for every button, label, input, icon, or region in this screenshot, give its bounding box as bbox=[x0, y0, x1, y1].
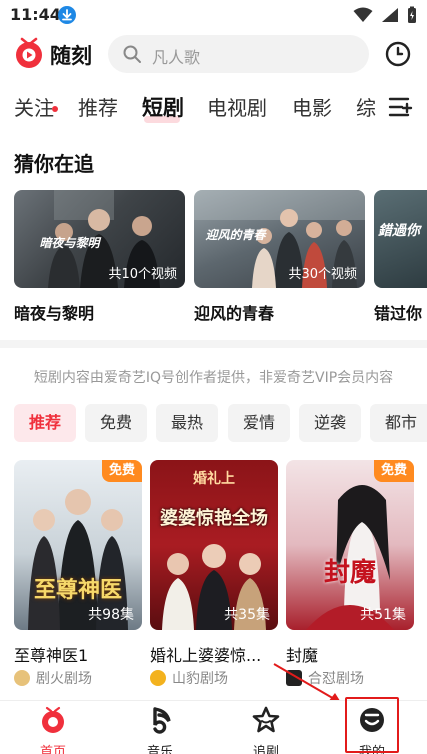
guess-card-2[interactable]: 迎风的青春 共30个视频 bbox=[194, 190, 365, 288]
search-bar[interactable]: 凡人歌 bbox=[108, 35, 369, 73]
app-logo-icon bbox=[16, 37, 42, 68]
music-icon bbox=[153, 707, 171, 734]
video-count-badge: 共30个视频 bbox=[288, 267, 357, 282]
filter-chip-romance[interactable]: 爱情 bbox=[228, 404, 290, 442]
status-bar: 11:44 bbox=[0, 0, 427, 30]
status-time: 11:44 bbox=[10, 5, 61, 24]
download-icon bbox=[58, 6, 76, 24]
star-icon bbox=[252, 706, 280, 733]
guess-card-title[interactable]: 迎风的青春 bbox=[194, 300, 274, 324]
episode-count: 共51集 bbox=[360, 607, 406, 623]
new-dot-badge bbox=[52, 106, 58, 112]
search-icon bbox=[123, 45, 141, 63]
wifi-icon bbox=[353, 7, 373, 22]
poster-title-text: 至尊神医 bbox=[33, 578, 122, 603]
studio-label: 剧火剧场 bbox=[14, 668, 92, 688]
guess-card-3[interactable]: 錯過你 bbox=[374, 190, 427, 288]
free-tag: 免费 bbox=[374, 460, 414, 482]
channel-tabs: 关注 推荐 短剧 电视剧 电影 综 bbox=[0, 84, 427, 130]
filter-chip-free[interactable]: 免费 bbox=[85, 404, 147, 442]
drama-card-3[interactable]: 封魔 免费 共51集 bbox=[286, 460, 414, 630]
poster-title-text: 封魔 bbox=[323, 558, 376, 588]
nav-label: 追剧 bbox=[252, 745, 279, 754]
app-name: 随刻 bbox=[50, 44, 92, 68]
tab-follow[interactable]: 关注 bbox=[14, 92, 54, 121]
guess-card-title[interactable]: 错过你 bbox=[374, 300, 427, 324]
history-clock-icon[interactable] bbox=[385, 41, 411, 67]
filter-chip-comeback[interactable]: 逆袭 bbox=[299, 404, 361, 442]
filter-chip-urban[interactable]: 都市 bbox=[370, 404, 427, 442]
poster-calligraphy: 迎风的青春 bbox=[205, 228, 266, 242]
nav-label: 音乐 bbox=[146, 745, 173, 754]
signal-icon bbox=[382, 8, 398, 22]
studio-label: 山豹剧场 bbox=[150, 668, 228, 688]
guess-card-title[interactable]: 暗夜与黎明 bbox=[14, 300, 94, 324]
tab-short-drama[interactable]: 短剧 bbox=[142, 92, 184, 122]
nav-follow-drama[interactable]: 追剧 bbox=[236, 705, 296, 754]
content-notice: 短剧内容由爱奇艺IQ号创作者提供，非爱奇艺VIP会员内容 bbox=[33, 370, 394, 386]
tab-tv-series[interactable]: 电视剧 bbox=[207, 92, 267, 121]
filter-chip-recommend[interactable]: 推荐 bbox=[14, 404, 76, 442]
studio-name: 剧火剧场 bbox=[36, 671, 92, 687]
poster-title-text: 婆婆惊艳全场 bbox=[160, 508, 268, 529]
home-icon bbox=[42, 706, 64, 733]
poster-calligraphy: 暗夜与黎明 bbox=[39, 236, 100, 250]
tab-recommend[interactable]: 推荐 bbox=[78, 92, 118, 121]
battery-icon bbox=[408, 6, 416, 23]
drama-card-2[interactable]: 婚礼上 婆婆惊艳全场 共35集 bbox=[150, 460, 278, 630]
section-title-guess: 猜你在追 bbox=[14, 152, 94, 176]
drama-title[interactable]: 至尊神医1 bbox=[14, 642, 142, 666]
episode-count: 共98集 bbox=[88, 607, 134, 623]
nav-home[interactable]: 首页 bbox=[23, 705, 83, 754]
nav-label: 首页 bbox=[39, 745, 66, 754]
poster-top-text: 婚礼上 bbox=[193, 471, 235, 487]
guess-card-1[interactable]: 暗夜与黎明 共10个视频 bbox=[14, 190, 185, 288]
tab-variety[interactable]: 综 bbox=[356, 92, 376, 121]
filter-chip-hottest[interactable]: 最热 bbox=[156, 404, 218, 442]
nav-music[interactable]: 音乐 bbox=[130, 705, 190, 754]
video-count-badge: 共10个视频 bbox=[108, 267, 177, 282]
free-tag: 免费 bbox=[102, 460, 142, 482]
tab-movie[interactable]: 电影 bbox=[292, 92, 332, 121]
studio-name: 山豹剧场 bbox=[172, 671, 228, 687]
drama-title[interactable]: 婚礼上婆婆惊... bbox=[150, 642, 278, 666]
poster-calligraphy: 錯過你 bbox=[378, 223, 420, 239]
search-placeholder: 凡人歌 bbox=[152, 48, 201, 67]
highlight-box bbox=[345, 697, 399, 753]
episode-count: 共35集 bbox=[224, 607, 270, 623]
app-header: 随刻 凡人歌 bbox=[0, 30, 427, 80]
studio-logo-icon bbox=[150, 670, 166, 686]
drama-card-1[interactable]: 至尊神医 免费 共98集 bbox=[14, 460, 142, 630]
channel-menu-icon[interactable] bbox=[388, 96, 414, 118]
studio-logo-icon bbox=[14, 670, 30, 686]
section-divider bbox=[0, 340, 427, 348]
